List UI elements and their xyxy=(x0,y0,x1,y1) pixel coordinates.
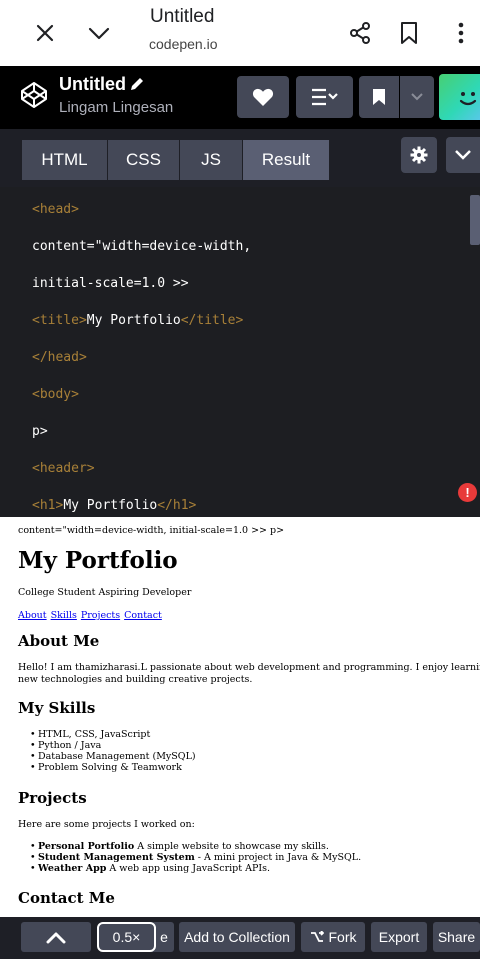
result-nav: About Skills Projects Contact xyxy=(18,610,166,621)
code-line: </head> xyxy=(32,350,87,365)
code-editor-panel: HTML CSS JS Result <head> content="width… xyxy=(0,129,480,517)
code-line: <title>My Portfolio</title> xyxy=(32,313,244,328)
zoom-level-button[interactable]: 0.5× xyxy=(97,922,156,952)
share-icon[interactable] xyxy=(345,18,375,48)
tab-html[interactable]: HTML xyxy=(22,140,107,180)
list-item: Database Management (MySQL) xyxy=(30,751,196,762)
pen-author[interactable]: Lingam Lingesan xyxy=(59,99,173,116)
projects-list: Personal Portfolio A simple website to s… xyxy=(30,841,361,874)
user-avatar[interactable] xyxy=(439,74,480,120)
list-item: HTML, CSS, JavaScript xyxy=(30,729,196,740)
result-meta-text: content="width=device-width, initial-sca… xyxy=(18,525,285,536)
about-text: Hello! I am thamizharasi.L passionate ab… xyxy=(18,662,480,673)
browser-page-title: Untitled xyxy=(150,6,215,27)
code-line: initial-scale=1.0 >> xyxy=(32,276,189,291)
tab-result[interactable]: Result xyxy=(243,140,329,180)
chevron-down-icon xyxy=(411,93,423,101)
chevron-down-icon xyxy=(455,150,471,160)
nav-link-projects[interactable]: Projects xyxy=(81,610,120,621)
browser-toolbar: Untitled codepen.io xyxy=(0,0,480,66)
tab-css[interactable]: CSS xyxy=(108,140,179,180)
codepen-logo-icon[interactable] xyxy=(20,81,48,109)
layout-icon xyxy=(311,88,338,106)
list-item: Personal Portfolio A simple website to s… xyxy=(30,841,361,852)
bookmark-dropdown-button[interactable] xyxy=(400,76,434,118)
contact-heading: Contact Me xyxy=(18,889,115,907)
collapse-panel-button[interactable] xyxy=(446,137,480,173)
expand-console-button[interactable] xyxy=(21,922,91,952)
add-to-collection-button[interactable]: Add to Collection xyxy=(179,922,295,952)
bookmark-button[interactable] xyxy=(359,76,399,118)
share-button[interactable]: Share xyxy=(433,922,480,952)
code-line: p> xyxy=(32,424,48,439)
nav-link-about[interactable]: About xyxy=(18,610,47,621)
more-menu-icon[interactable] xyxy=(446,18,476,48)
code-line: <body> xyxy=(32,387,79,402)
pen-title[interactable]: Untitled xyxy=(59,74,126,95)
settings-button[interactable] xyxy=(401,137,437,173)
code-line: <h1>My Portfolio</h1> xyxy=(32,498,197,513)
tab-js[interactable]: JS xyxy=(180,140,242,180)
change-view-button[interactable] xyxy=(296,76,353,118)
fork-icon xyxy=(310,931,324,942)
code-line: content="width=device-width, xyxy=(32,239,252,254)
fork-button[interactable]: Fork xyxy=(301,922,365,952)
nav-link-skills[interactable]: Skills xyxy=(51,610,77,621)
bookmark-icon[interactable] xyxy=(394,18,424,48)
result-heading: My Portfolio xyxy=(18,547,178,574)
codepen-header: Untitled Lingam Lingesan xyxy=(0,66,480,129)
html-code-view[interactable]: <head> content="width=device-width, init… xyxy=(0,187,480,517)
code-line: <head> xyxy=(32,202,79,217)
browser-url[interactable]: codepen.io xyxy=(149,36,218,52)
heart-icon xyxy=(252,88,274,106)
like-button[interactable] xyxy=(237,76,289,118)
result-tagline: College Student Aspiring Developer xyxy=(18,587,192,598)
skills-list: HTML, CSS, JavaScript Python / Java Data… xyxy=(30,729,196,773)
about-heading: About Me xyxy=(18,632,100,650)
list-item: Weather App A web app using JavaScript A… xyxy=(30,863,361,874)
error-badge[interactable]: ! xyxy=(458,483,477,502)
close-icon[interactable] xyxy=(30,18,60,48)
list-item: Problem Solving & Teamwork xyxy=(30,762,196,773)
editor-tabs: HTML CSS JS Result xyxy=(0,129,480,187)
bookmark-filled-icon xyxy=(373,89,385,105)
list-item: Student Management System - A mini proje… xyxy=(30,852,361,863)
skills-heading: My Skills xyxy=(18,699,96,717)
export-button[interactable]: Export xyxy=(371,922,427,952)
result-preview: content="width=device-width, initial-sca… xyxy=(0,517,480,917)
chevron-down-icon[interactable] xyxy=(84,18,114,48)
list-item: Python / Java xyxy=(30,740,196,751)
edit-pencil-icon[interactable] xyxy=(129,76,145,92)
gear-icon xyxy=(410,146,428,164)
code-line: <header> xyxy=(32,461,95,476)
projects-heading: Projects xyxy=(18,789,87,807)
about-text: new technologies and building creative p… xyxy=(18,674,253,685)
nav-link-contact[interactable]: Contact xyxy=(124,610,162,621)
editor-scrollbar[interactable] xyxy=(470,195,480,245)
bottom-toolbar: e 0.5× Add to Collection Fork Export Sha… xyxy=(0,917,480,959)
chevron-up-icon xyxy=(46,932,66,944)
projects-intro: Here are some projects I worked on: xyxy=(18,819,195,830)
